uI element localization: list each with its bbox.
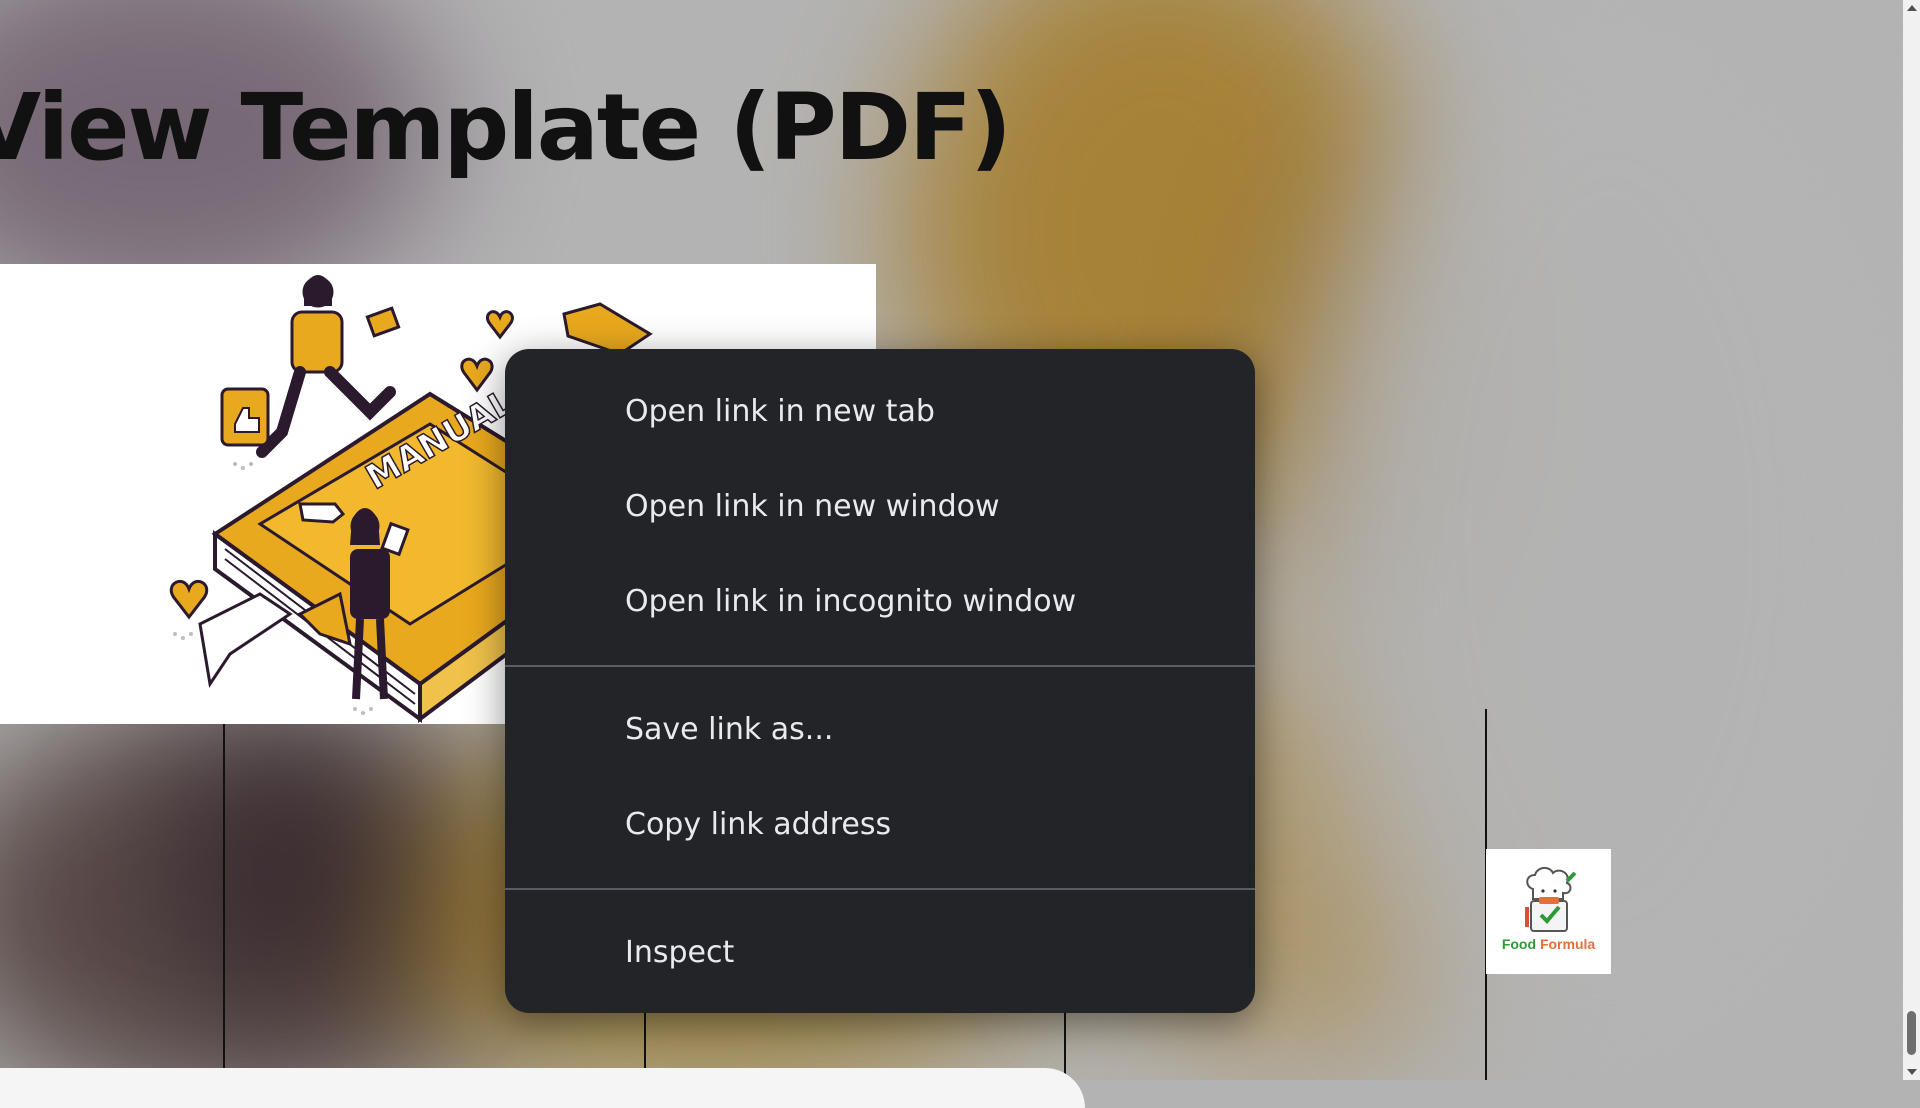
- column-divider: [1064, 1010, 1066, 1080]
- logo-word-formula: Formula: [1539, 936, 1596, 952]
- logo-text: Food Formula: [1502, 936, 1595, 952]
- scroll-up-arrow-icon[interactable]: [1907, 5, 1917, 11]
- menu-item-save-link-as[interactable]: Save link as...: [505, 682, 1255, 777]
- menu-item-open-new-window[interactable]: Open link in new window: [505, 459, 1255, 554]
- vertical-scrollbar[interactable]: [1903, 0, 1920, 1080]
- menu-item-open-new-tab[interactable]: Open link in new tab: [505, 364, 1255, 459]
- scroll-down-arrow-icon[interactable]: [1907, 1069, 1917, 1075]
- menu-item-inspect[interactable]: Inspect: [505, 905, 1255, 1000]
- context-menu: Open link in new tab Open link in new wi…: [505, 349, 1255, 1013]
- column-divider: [223, 724, 225, 1080]
- bottom-card-edge: [0, 1068, 1085, 1108]
- page-title: View Template (PDF): [0, 74, 1012, 181]
- menu-separator: [505, 888, 1255, 890]
- menu-separator: [505, 665, 1255, 667]
- food-formula-logo[interactable]: Food Formula: [1486, 849, 1611, 974]
- menu-item-copy-link-address[interactable]: Copy link address: [505, 777, 1255, 872]
- menu-item-open-incognito[interactable]: Open link in incognito window: [505, 554, 1255, 649]
- scroll-thumb[interactable]: [1907, 1011, 1916, 1055]
- logo-word-food: Food: [1501, 936, 1537, 952]
- chef-hat-icon: [1524, 867, 1576, 932]
